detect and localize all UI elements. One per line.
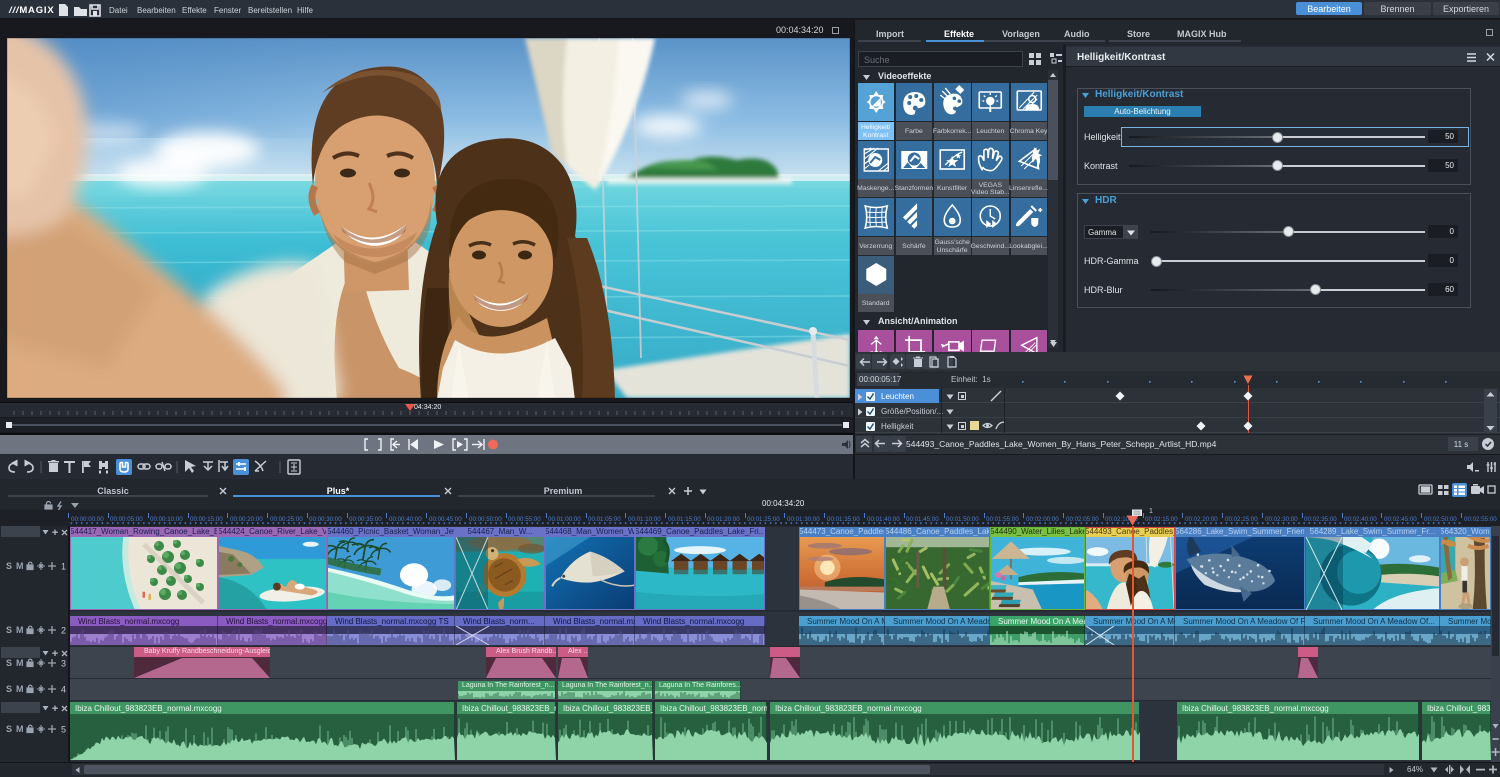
svg-text:M: M (16, 561, 24, 571)
svg-text:1: 1 (61, 562, 66, 572)
svg-text:M: M (16, 724, 24, 734)
svg-text:M: M (16, 658, 24, 668)
svg-text:M: M (16, 625, 24, 635)
svg-text:S: S (6, 561, 12, 571)
svg-text:2: 2 (61, 626, 66, 636)
svg-text:S: S (6, 658, 12, 668)
svg-text:S: S (6, 724, 12, 734)
svg-text:4: 4 (61, 685, 66, 695)
svg-text:S: S (6, 684, 12, 694)
svg-text:S: S (6, 625, 12, 635)
svg-text:3: 3 (61, 659, 66, 669)
svg-text:M: M (16, 684, 24, 694)
svg-text:5: 5 (61, 725, 66, 735)
